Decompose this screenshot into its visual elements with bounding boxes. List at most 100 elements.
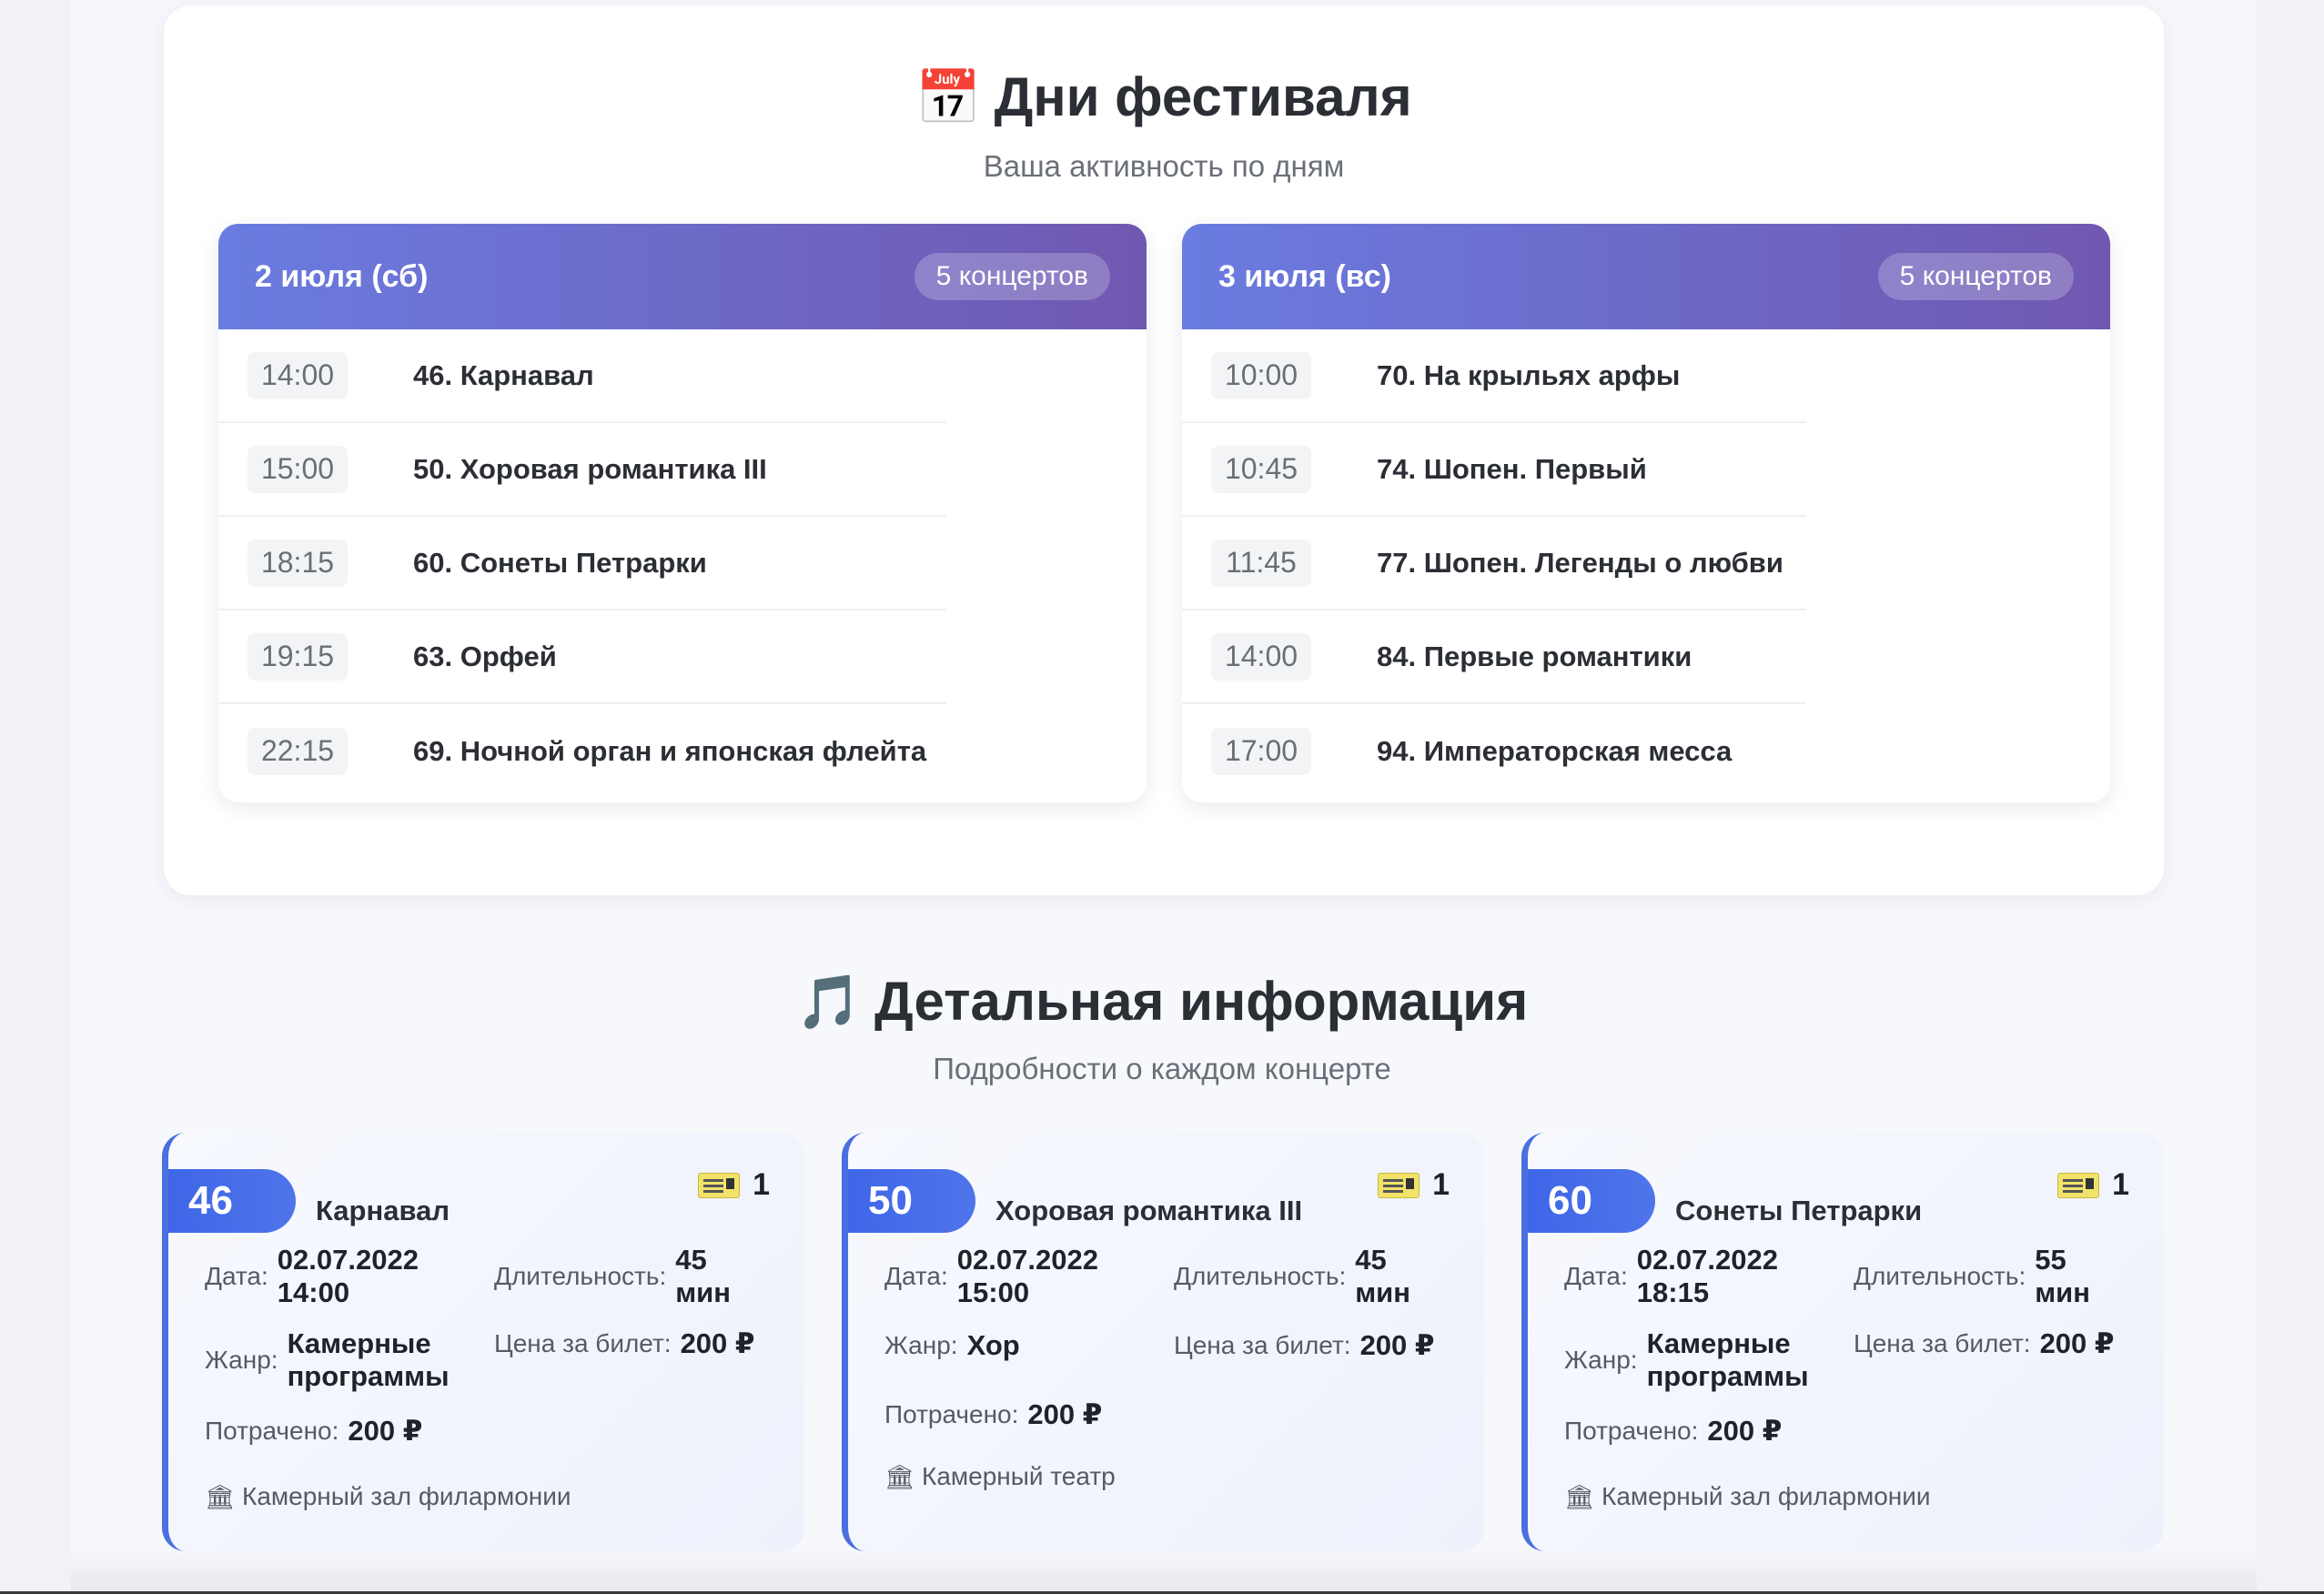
concert-title: Хоровая романтика III xyxy=(995,1195,1303,1226)
day-title: 3 июля (вс) xyxy=(1218,258,1391,294)
date-field: Дата: 02.07.2022 18:15 xyxy=(1564,1244,1778,1309)
concert-name: 69. Ночной орган и японская флейта xyxy=(413,734,927,767)
genre-field: Жанр: Камерные программы xyxy=(1564,1327,1829,1393)
price-label: Цена за билет: xyxy=(1174,1331,1351,1359)
time-chip: 11:45 xyxy=(1211,539,1311,587)
price-label: Цена за билет: xyxy=(494,1329,672,1357)
date-value: 02.07.2022 15:00 xyxy=(956,1244,1098,1308)
page-bottom-shade xyxy=(71,1547,2257,1594)
genre-value: Камерные программы xyxy=(287,1327,450,1392)
spent-value: 200 ₽ xyxy=(348,1415,423,1447)
concert-count-badge: 5 концертов xyxy=(914,253,1110,300)
time-chip: 14:00 xyxy=(248,351,348,399)
price-value: 200 ₽ xyxy=(2039,1327,2115,1359)
venue-icon: 🏛 xyxy=(205,1482,236,1510)
list-item[interactable]: 10:00 70. На крыльях арфы xyxy=(1182,329,1806,423)
price-field: Цена за билет: 200 ₽ xyxy=(494,1327,754,1360)
price-value: 200 ₽ xyxy=(1359,1329,1435,1361)
time-chip: 10:00 xyxy=(1211,351,1311,399)
time-chip: 19:15 xyxy=(248,632,348,681)
genre-value: Камерные программы xyxy=(1646,1327,1809,1392)
genre-label: Жанр: xyxy=(884,1331,958,1359)
concert-title: Карнавал xyxy=(316,1195,450,1226)
genre-label: Жанр: xyxy=(1564,1346,1638,1374)
list-item[interactable]: 11:45 77. Шопен. Легенды о любви xyxy=(1182,517,1806,610)
spent-value: 200 ₽ xyxy=(1027,1398,1103,1430)
date-value: 02.07.2022 14:00 xyxy=(277,1244,419,1308)
ticket-count-value: 1 xyxy=(2112,1167,2129,1202)
concert-number-badge: 50 xyxy=(848,1169,975,1233)
concert-name: 63. Орфей xyxy=(413,640,557,672)
details-title: 🎵 Детальная информация xyxy=(0,970,2324,1034)
time-chip: 18:15 xyxy=(248,539,348,587)
date-field: Дата: 02.07.2022 14:00 xyxy=(205,1244,419,1309)
spent-label: Потрачено: xyxy=(205,1417,339,1445)
day-card-header: 2 июля (сб) 5 концертов xyxy=(218,224,1147,329)
concert-detail-card[interactable]: 46 Карнавал 1 Дата: 02.07.2022 14:00 Дли… xyxy=(162,1133,804,1551)
price-field: Цена за билет: 200 ₽ xyxy=(1854,1327,2114,1360)
duration-field: Длительность: 45 мин xyxy=(1174,1244,1419,1309)
duration-value: 55 мин xyxy=(2035,1244,2090,1308)
festival-days-title: 📅 Дни фестиваля xyxy=(164,66,2164,129)
list-item[interactable]: 14:00 46. Карнавал xyxy=(218,329,946,423)
concert-name: 94. Императорская месса xyxy=(1377,734,1733,767)
spent-field: Потрачено: 200 ₽ xyxy=(205,1415,422,1448)
time-chip: 14:00 xyxy=(1211,632,1311,681)
price-value: 200 ₽ xyxy=(680,1327,755,1359)
concert-detail-card[interactable]: 60 Сонеты Петрарки 1 Дата: 02.07.2022 18… xyxy=(1521,1133,2164,1551)
concert-name: 60. Сонеты Петрарки xyxy=(413,546,707,579)
ticket-count-value: 1 xyxy=(1432,1167,1450,1202)
details-title-text: Детальная информация xyxy=(874,971,1529,1032)
ticket-icon xyxy=(698,1172,741,1198)
spent-field: Потрачено: 200 ₽ xyxy=(1564,1415,1782,1448)
ticket-count: 1 xyxy=(1378,1167,1450,1203)
venue-name: Камерный зал филармонии xyxy=(1602,1482,1931,1510)
ticket-count: 1 xyxy=(698,1167,770,1203)
concert-name: 50. Хоровая романтика III xyxy=(413,452,767,485)
ticket-icon xyxy=(2057,1172,2100,1198)
duration-field: Длительность: 55 мин xyxy=(1854,1244,2098,1309)
genre-label: Жанр: xyxy=(205,1346,278,1374)
duration-label: Длительность: xyxy=(494,1262,667,1290)
duration-label: Длительность: xyxy=(1854,1262,2026,1290)
concert-name: 70. На крыльях арфы xyxy=(1377,358,1681,391)
list-item[interactable]: 18:15 60. Сонеты Петрарки xyxy=(218,517,946,610)
date-label: Дата: xyxy=(205,1262,268,1290)
duration-value: 45 мин xyxy=(675,1244,731,1308)
genre-value: Хор xyxy=(966,1329,1020,1361)
time-chip: 15:00 xyxy=(248,445,348,493)
concert-name: 77. Шопен. Легенды о любви xyxy=(1377,546,1783,579)
venue-icon: 🏛 xyxy=(1564,1482,1595,1510)
duration-value: 45 мин xyxy=(1355,1244,1410,1308)
day-card-header: 3 июля (вс) 5 концертов xyxy=(1182,224,2110,329)
spent-label: Потрачено: xyxy=(1564,1417,1699,1445)
list-item[interactable]: 10:45 74. Шопен. Первый xyxy=(1182,423,1806,517)
list-item[interactable]: 17:00 94. Императорская месса xyxy=(1182,704,1806,798)
ticket-count: 1 xyxy=(2057,1167,2129,1203)
concert-title: Сонеты Петрарки xyxy=(1675,1195,1923,1226)
festival-days-subtitle: Ваша активность по дням xyxy=(983,149,1345,183)
genre-field: Жанр: Камерные программы xyxy=(205,1327,470,1393)
date-field: Дата: 02.07.2022 15:00 xyxy=(884,1244,1098,1309)
time-chip: 22:15 xyxy=(248,727,348,775)
venue-icon: 🏛 xyxy=(884,1462,915,1490)
list-item[interactable]: 22:15 69. Ночной орган и японская флейта xyxy=(218,704,946,798)
spent-value: 200 ₽ xyxy=(1707,1415,1783,1447)
price-label: Цена за билет: xyxy=(1854,1329,2031,1357)
venue: 🏛 Камерный зал филармонии xyxy=(1564,1482,1931,1511)
duration-field: Длительность: 45 мин xyxy=(494,1244,739,1309)
concert-name: 46. Карнавал xyxy=(413,358,594,391)
concert-count-badge: 5 концертов xyxy=(1877,253,2074,300)
details-subtitle: Подробности о каждом концерте xyxy=(933,1052,1391,1085)
list-item[interactable]: 15:00 50. Хоровая романтика III xyxy=(218,423,946,517)
concert-number-badge: 60 xyxy=(1528,1169,1655,1233)
venue: 🏛 Камерный театр xyxy=(884,1462,1116,1491)
time-chip: 10:45 xyxy=(1211,445,1311,493)
music-note-icon: 🎵 xyxy=(795,973,863,1032)
concert-detail-card[interactable]: 50 Хоровая романтика III 1 Дата: 02.07.2… xyxy=(842,1133,1484,1551)
list-item[interactable]: 14:00 84. Первые романтики xyxy=(1182,610,1806,704)
date-label: Дата: xyxy=(1564,1262,1628,1290)
price-field: Цена за билет: 200 ₽ xyxy=(1174,1329,1434,1362)
list-item[interactable]: 19:15 63. Орфей xyxy=(218,610,946,704)
duration-label: Длительность: xyxy=(1174,1262,1347,1290)
